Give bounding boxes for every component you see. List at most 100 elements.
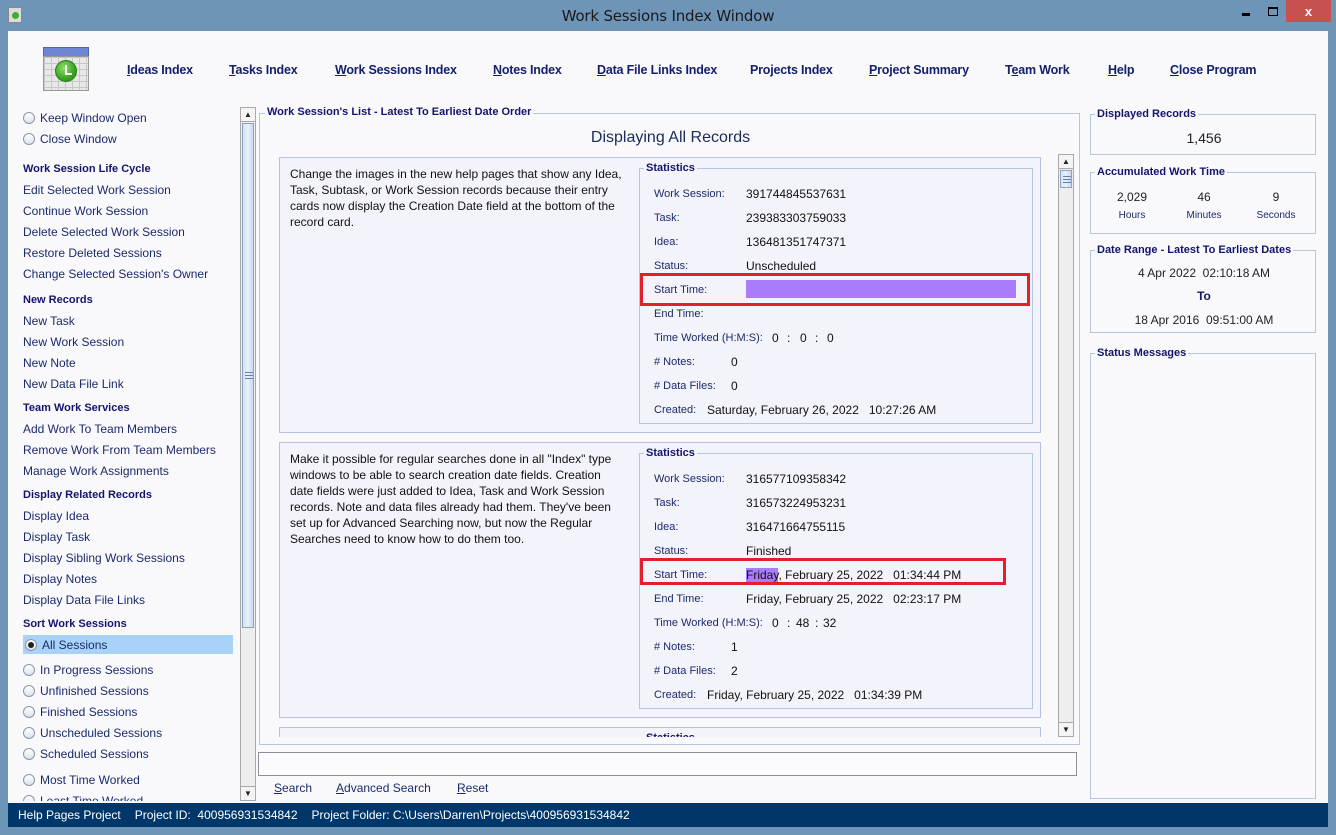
edit-selected-work-session-link[interactable]: Edit Selected Work Session [23, 183, 171, 197]
maximize-icon [1268, 6, 1278, 16]
radio-icon [23, 112, 35, 124]
close-window-radio[interactable]: Close Window [23, 132, 117, 146]
sort-least-time-radio[interactable]: Least Time Worked [23, 794, 143, 801]
radio-label: Finished Sessions [40, 705, 138, 719]
advanced-search-button[interactable]: Advanced Search [336, 781, 431, 795]
radio-label: Scheduled Sessions [40, 747, 149, 761]
scrollbar-thumb[interactable] [242, 123, 254, 628]
time-worked-seconds: 32 [823, 616, 837, 630]
radio-label: Unscheduled Sessions [40, 726, 163, 740]
time-worked-minutes: 0 [800, 331, 807, 345]
title-bar: Work Sessions Index Window x [0, 0, 1336, 31]
nav-work-sessions-index[interactable]: Work Sessions Index [335, 63, 457, 77]
session-card[interactable]: Statistics [279, 727, 1041, 737]
accumulated-work-time-group: Accumulated Work Time 2,029 46 9 Hours M… [1090, 166, 1316, 234]
session-card[interactable]: Change the images in the new help pages … [279, 157, 1041, 433]
new-data-file-link-link[interactable]: New Data File Link [23, 377, 124, 391]
nav-tasks-index[interactable]: Tasks Index [229, 63, 298, 77]
sort-scheduled-radio[interactable]: Scheduled Sessions [23, 747, 149, 761]
project-folder: Project Folder: C:\Users\Darren\Projects… [311, 808, 630, 822]
session-description: Change the images in the new help pages … [290, 167, 622, 229]
work-session-label: Work Session: [654, 473, 725, 485]
radio-label: In Progress Sessions [40, 663, 154, 677]
data-files-value: 2 [731, 664, 738, 678]
sort-unscheduled-radio[interactable]: Unscheduled Sessions [23, 726, 162, 740]
nav-ideas-index[interactable]: Ideas Index [127, 63, 193, 77]
task-label: Task: [654, 212, 680, 224]
new-task-link[interactable]: New Task [23, 314, 75, 328]
task-value: 316573224953231 [746, 496, 847, 510]
sort-in-progress-radio[interactable]: In Progress Sessions [23, 663, 153, 677]
hours-value: 2,029 [1116, 190, 1148, 204]
close-icon: x [1304, 3, 1313, 19]
maximize-button[interactable] [1260, 0, 1286, 22]
close-button[interactable]: x [1286, 0, 1331, 22]
display-notes-link[interactable]: Display Notes [23, 572, 97, 586]
session-card[interactable]: Make it possible for regular searches do… [279, 442, 1041, 718]
time-worked-hours: 0 [772, 616, 779, 630]
sort-most-time-radio[interactable]: Most Time Worked [23, 773, 140, 787]
project-name: Help Pages Project [18, 808, 121, 822]
radio-icon [23, 133, 35, 145]
keep-window-open-radio[interactable]: Keep Window Open [23, 111, 147, 125]
to-label: To [1197, 289, 1211, 303]
nav-help[interactable]: Help [1108, 63, 1135, 77]
end-time-label: End Time: [654, 593, 704, 605]
list-scrollbar[interactable]: ▲ ▼ [1058, 154, 1074, 737]
sort-all-sessions-radio[interactable]: All Sessions [23, 635, 233, 654]
left-scrollbar[interactable]: ▲ ▼ [240, 107, 256, 801]
nav-data-file-links-index[interactable]: Data File Links Index [597, 63, 717, 77]
sort-unfinished-radio[interactable]: Unfinished Sessions [23, 684, 149, 698]
work-session-value: 316577109358342 [746, 472, 847, 486]
status-value: Unscheduled [746, 259, 817, 273]
nav-team-work[interactable]: Team Work [1005, 63, 1070, 77]
continue-work-session-link[interactable]: Continue Work Session [23, 204, 148, 218]
nav-label: otes Index [501, 63, 562, 77]
sort-finished-radio[interactable]: Finished Sessions [23, 705, 137, 719]
scroll-down-arrow-icon[interactable]: ▼ [241, 786, 255, 800]
scroll-down-arrow-icon[interactable]: ▼ [1059, 722, 1073, 736]
nav-label: asks Index [235, 63, 298, 77]
time-separator: : [787, 331, 791, 345]
delete-selected-work-session-link[interactable]: Delete Selected Work Session [23, 225, 185, 239]
display-idea-link[interactable]: Display Idea [23, 509, 89, 523]
change-session-owner-link[interactable]: Change Selected Session's Owner [23, 267, 208, 281]
nav-label: am Work [1018, 63, 1070, 77]
scrollbar-thumb[interactable] [1060, 170, 1072, 188]
radio-icon [25, 638, 37, 651]
group-title: Work Session's List - Latest To Earliest… [265, 106, 534, 118]
nav-label: deas Index [130, 63, 193, 77]
radio-icon [23, 748, 35, 760]
restore-deleted-sessions-link[interactable]: Restore Deleted Sessions [23, 246, 162, 260]
seconds-label: Seconds [1256, 210, 1296, 221]
manage-work-assignments-link[interactable]: Manage Work Assignments [23, 464, 169, 478]
minimize-button[interactable] [1233, 0, 1259, 22]
nav-project-summary[interactable]: Project Summary [869, 63, 969, 77]
nav-label: ork Sessions Index [346, 63, 457, 77]
radio-label: Close Window [40, 132, 117, 146]
window-title: Work Sessions Index Window [561, 7, 775, 25]
new-note-link[interactable]: New Note [23, 356, 76, 370]
nav-close-program[interactable]: Close Program [1170, 63, 1257, 77]
search-input[interactable] [258, 752, 1077, 776]
nav-projects-index[interactable]: Projects Index [750, 63, 833, 77]
display-task-link[interactable]: Display Task [23, 530, 90, 544]
scroll-up-arrow-icon[interactable]: ▲ [1059, 155, 1073, 169]
created-label: Created: [654, 689, 697, 701]
search-button[interactable]: Search [274, 781, 312, 795]
add-work-to-team-link[interactable]: Add Work To Team Members [23, 422, 177, 436]
group-title: Displayed Records [1095, 108, 1199, 120]
status-label: Status: [654, 260, 689, 272]
new-work-session-link[interactable]: New Work Session [23, 335, 124, 349]
display-sibling-sessions-link[interactable]: Display Sibling Work Sessions [23, 551, 185, 565]
statistics-title: Statistics [644, 162, 697, 174]
created-value: Saturday, February 26, 2022 10:27:26 AM [707, 403, 937, 417]
scroll-up-arrow-icon[interactable]: ▲ [241, 108, 255, 122]
nav-notes-index[interactable]: Notes Index [493, 63, 562, 77]
idea-label: Idea: [654, 521, 679, 533]
display-data-file-links-link[interactable]: Display Data File Links [23, 593, 145, 607]
work-session-list-group: Work Session's List - Latest To Earliest… [259, 106, 1080, 745]
reset-button[interactable]: Reset [457, 781, 488, 795]
nav-label: ata File Links Index [605, 63, 718, 77]
remove-work-from-team-link[interactable]: Remove Work From Team Members [23, 443, 216, 457]
